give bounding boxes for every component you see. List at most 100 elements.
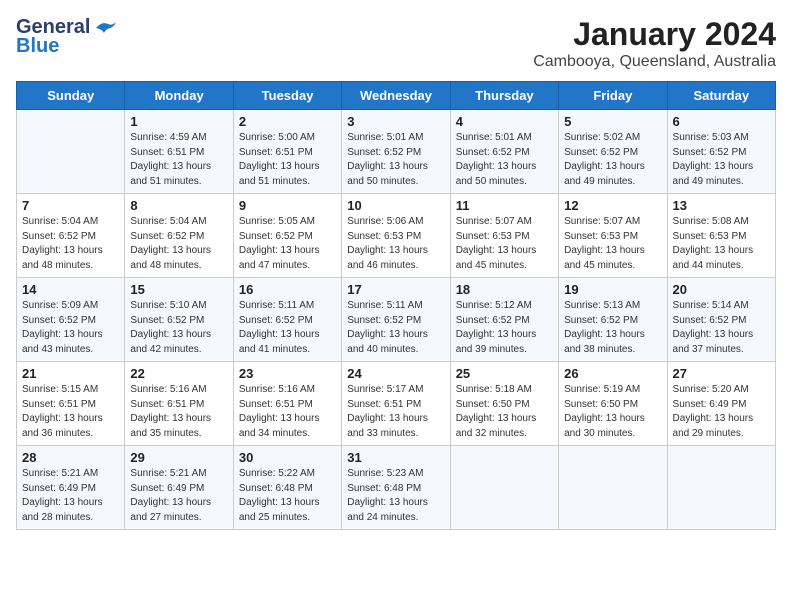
header-saturday: Saturday <box>667 82 775 110</box>
day-info: Sunrise: 4:59 AMSunset: 6:51 PMDaylight:… <box>130 131 227 189</box>
day-number: 31 <box>347 450 444 465</box>
calendar-cell <box>450 446 558 530</box>
calendar-header-row: Sunday Monday Tuesday Wednesday Thursday… <box>17 82 776 110</box>
logo-blue: Blue <box>16 35 59 58</box>
calendar-cell: 15 Sunrise: 5:10 AMSunset: 6:52 PMDayligh… <box>125 278 233 362</box>
calendar-cell: 28 Sunrise: 5:21 AMSunset: 6:49 PMDayligh… <box>17 446 125 530</box>
calendar-cell: 27 Sunrise: 5:20 AMSunset: 6:49 PMDayligh… <box>667 362 775 446</box>
day-info: Sunrise: 5:11 AMSunset: 6:52 PMDaylight:… <box>239 299 336 357</box>
header-tuesday: Tuesday <box>233 82 341 110</box>
calendar-cell: 7 Sunrise: 5:04 AMSunset: 6:52 PMDaylight… <box>17 194 125 278</box>
calendar-cell <box>667 446 775 530</box>
calendar-week-row: 28 Sunrise: 5:21 AMSunset: 6:49 PMDayligh… <box>17 446 776 530</box>
day-number: 14 <box>22 282 119 297</box>
day-number: 28 <box>22 450 119 465</box>
day-info: Sunrise: 5:22 AMSunset: 6:48 PMDaylight:… <box>239 467 336 525</box>
day-info: Sunrise: 5:18 AMSunset: 6:50 PMDaylight:… <box>456 383 553 441</box>
day-info: Sunrise: 5:02 AMSunset: 6:52 PMDaylight:… <box>564 131 661 189</box>
logo-bird-icon <box>94 19 116 37</box>
calendar-cell: 17 Sunrise: 5:11 AMSunset: 6:52 PMDayligh… <box>342 278 450 362</box>
calendar-week-row: 14Sunrise: 5:09 AMSunset: 6:52 PMDayligh… <box>17 278 776 362</box>
calendar-cell: 9 Sunrise: 5:05 AMSunset: 6:52 PMDaylight… <box>233 194 341 278</box>
calendar-table: Sunday Monday Tuesday Wednesday Thursday… <box>16 81 776 530</box>
page-subtitle: Cambooya, Queensland, Australia <box>533 53 776 71</box>
day-number: 3 <box>347 114 444 129</box>
day-number: 30 <box>239 450 336 465</box>
calendar-cell: 30 Sunrise: 5:22 AMSunset: 6:48 PMDayligh… <box>233 446 341 530</box>
calendar-cell: 29 Sunrise: 5:21 AMSunset: 6:49 PMDayligh… <box>125 446 233 530</box>
day-number: 17 <box>347 282 444 297</box>
header-thursday: Thursday <box>450 82 558 110</box>
calendar-cell: 4 Sunrise: 5:01 AMSunset: 6:52 PMDaylight… <box>450 110 558 194</box>
page-title: January 2024 <box>533 16 776 53</box>
title-area: January 2024 Cambooya, Queensland, Austr… <box>533 16 776 71</box>
day-number: 13 <box>673 198 770 213</box>
calendar-cell: 25 Sunrise: 5:18 AMSunset: 6:50 PMDayligh… <box>450 362 558 446</box>
day-number: 4 <box>456 114 553 129</box>
calendar-cell: 10Sunrise: 5:06 AMSunset: 6:53 PMDayligh… <box>342 194 450 278</box>
calendar-cell: 21 Sunrise: 5:15 AMSunset: 6:51 PMDayligh… <box>17 362 125 446</box>
day-info: Sunrise: 5:12 AMSunset: 6:52 PMDaylight:… <box>456 299 553 357</box>
day-number: 22 <box>130 366 227 381</box>
calendar-cell: 16Sunrise: 5:11 AMSunset: 6:52 PMDayligh… <box>233 278 341 362</box>
page-header: General Blue January 2024 Cambooya, Quee… <box>16 16 776 71</box>
calendar-cell: 2 Sunrise: 5:00 AMSunset: 6:51 PMDaylight… <box>233 110 341 194</box>
calendar-week-row: 21 Sunrise: 5:15 AMSunset: 6:51 PMDayligh… <box>17 362 776 446</box>
day-number: 27 <box>673 366 770 381</box>
calendar-cell: 3 Sunrise: 5:01 AMSunset: 6:52 PMDaylight… <box>342 110 450 194</box>
day-info: Sunrise: 5:07 AMSunset: 6:53 PMDaylight:… <box>456 215 553 273</box>
day-info: Sunrise: 5:10 AMSunset: 6:52 PMDaylight:… <box>130 299 227 357</box>
day-info: Sunrise: 5:11 AMSunset: 6:52 PMDaylight:… <box>347 299 444 357</box>
day-number: 25 <box>456 366 553 381</box>
day-number: 15 <box>130 282 227 297</box>
day-number: 12 <box>564 198 661 213</box>
day-number: 7 <box>22 198 119 213</box>
day-number: 21 <box>22 366 119 381</box>
day-number: 26 <box>564 366 661 381</box>
day-number: 9 <box>239 198 336 213</box>
calendar-cell: 31 Sunrise: 5:23 AMSunset: 6:48 PMDayligh… <box>342 446 450 530</box>
day-info: Sunrise: 5:16 AMSunset: 6:51 PMDaylight:… <box>239 383 336 441</box>
calendar-cell: 18 Sunrise: 5:12 AMSunset: 6:52 PMDayligh… <box>450 278 558 362</box>
day-info: Sunrise: 5:04 AMSunset: 6:52 PMDaylight:… <box>22 215 119 273</box>
day-info: Sunrise: 5:13 AMSunset: 6:52 PMDaylight:… <box>564 299 661 357</box>
calendar-cell <box>559 446 667 530</box>
day-number: 19 <box>564 282 661 297</box>
day-info: Sunrise: 5:20 AMSunset: 6:49 PMDaylight:… <box>673 383 770 441</box>
day-number: 23 <box>239 366 336 381</box>
calendar-cell: 20 Sunrise: 5:14 AMSunset: 6:52 PMDayligh… <box>667 278 775 362</box>
day-info: Sunrise: 5:15 AMSunset: 6:51 PMDaylight:… <box>22 383 119 441</box>
day-info: Sunrise: 5:21 AMSunset: 6:49 PMDaylight:… <box>130 467 227 525</box>
day-info: Sunrise: 5:17 AMSunset: 6:51 PMDaylight:… <box>347 383 444 441</box>
day-number: 2 <box>239 114 336 129</box>
calendar-cell: 22Sunrise: 5:16 AMSunset: 6:51 PMDayligh… <box>125 362 233 446</box>
day-info: Sunrise: 5:21 AMSunset: 6:49 PMDaylight:… <box>22 467 119 525</box>
calendar-cell: 12 Sunrise: 5:07 AMSunset: 6:53 PMDayligh… <box>559 194 667 278</box>
day-number: 24 <box>347 366 444 381</box>
calendar-cell: 6Sunrise: 5:03 AMSunset: 6:52 PMDaylight… <box>667 110 775 194</box>
day-number: 18 <box>456 282 553 297</box>
day-number: 5 <box>564 114 661 129</box>
day-number: 11 <box>456 198 553 213</box>
day-info: Sunrise: 5:23 AMSunset: 6:48 PMDaylight:… <box>347 467 444 525</box>
calendar-cell: 23 Sunrise: 5:16 AMSunset: 6:51 PMDayligh… <box>233 362 341 446</box>
day-info: Sunrise: 5:01 AMSunset: 6:52 PMDaylight:… <box>456 131 553 189</box>
day-number: 29 <box>130 450 227 465</box>
calendar-cell: 5 Sunrise: 5:02 AMSunset: 6:52 PMDaylight… <box>559 110 667 194</box>
day-info: Sunrise: 5:07 AMSunset: 6:53 PMDaylight:… <box>564 215 661 273</box>
header-sunday: Sunday <box>17 82 125 110</box>
day-info: Sunrise: 5:00 AMSunset: 6:51 PMDaylight:… <box>239 131 336 189</box>
day-info: Sunrise: 5:08 AMSunset: 6:53 PMDaylight:… <box>673 215 770 273</box>
day-info: Sunrise: 5:01 AMSunset: 6:52 PMDaylight:… <box>347 131 444 189</box>
day-info: Sunrise: 5:05 AMSunset: 6:52 PMDaylight:… <box>239 215 336 273</box>
day-info: Sunrise: 5:03 AMSunset: 6:52 PMDaylight:… <box>673 131 770 189</box>
day-info: Sunrise: 5:14 AMSunset: 6:52 PMDaylight:… <box>673 299 770 357</box>
calendar-cell: 11 Sunrise: 5:07 AMSunset: 6:53 PMDayligh… <box>450 194 558 278</box>
day-number: 1 <box>130 114 227 129</box>
header-wednesday: Wednesday <box>342 82 450 110</box>
day-number: 20 <box>673 282 770 297</box>
calendar-cell: 19 Sunrise: 5:13 AMSunset: 6:52 PMDayligh… <box>559 278 667 362</box>
calendar-cell <box>17 110 125 194</box>
day-info: Sunrise: 5:04 AMSunset: 6:52 PMDaylight:… <box>130 215 227 273</box>
calendar-cell: 14Sunrise: 5:09 AMSunset: 6:52 PMDayligh… <box>17 278 125 362</box>
